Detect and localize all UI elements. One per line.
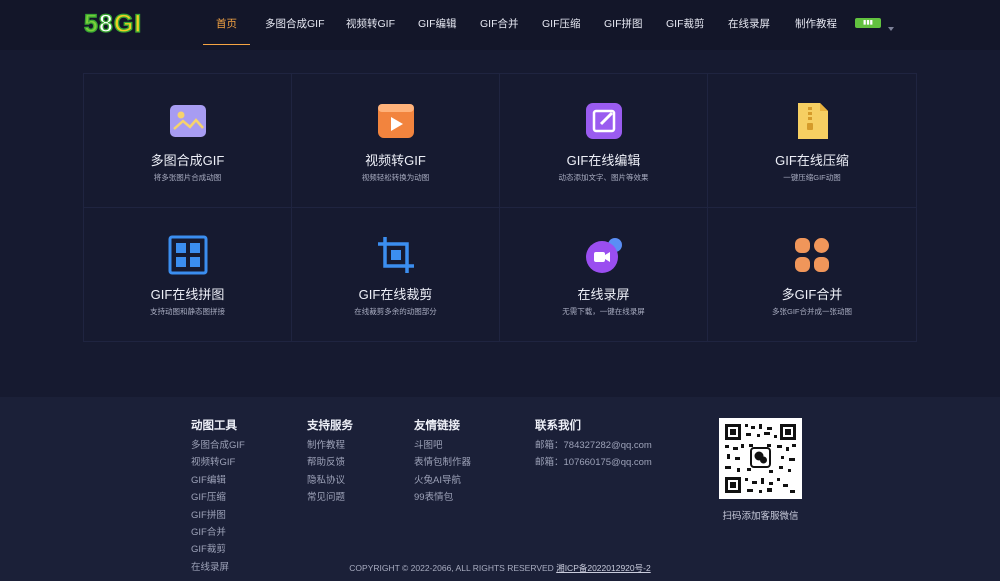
footer-link[interactable]: 视频转GIF [191, 454, 245, 471]
tool-card-multi-image-gif[interactable]: 多图合成GIF 将多张图片合成动图 [84, 74, 292, 208]
nav-item-gif-collage[interactable]: GIF拼图 [604, 0, 644, 45]
tool-card-gif-compress[interactable]: GIF在线压缩 一键压缩GIF动图 [708, 74, 916, 208]
zip-icon [798, 103, 828, 139]
footer-link[interactable]: 99表情包 [414, 489, 471, 506]
copyright-text: COPYRIGHT © 2022-2066, ALL RIGHTS RESERV… [349, 563, 554, 573]
tool-title: GIF在线压缩 [775, 153, 849, 168]
nav-item-multi-image-gif[interactable]: 多图合成GIF [265, 0, 325, 45]
footer-link[interactable]: 多图合成GIF [191, 437, 245, 454]
nav-item-home[interactable]: 首页 [203, 0, 250, 45]
copyright-line: COPYRIGHT © 2022-2066, ALL RIGHTS RESERV… [0, 562, 1000, 574]
tool-grid: 多图合成GIF 将多张图片合成动图 视频转GIF 视频轻松转换为动图 GIF在线… [83, 73, 917, 342]
tool-desc: 将多张图片合成动图 [153, 173, 222, 182]
chevron-down-icon[interactable] [888, 27, 894, 31]
tool-card-gif-merge[interactable]: 多GIF合并 多张GIF合并成一张动图 [708, 208, 916, 342]
footer-link[interactable]: GIF拼图 [191, 507, 245, 524]
tool-title: GIF在线裁剪 [358, 287, 433, 302]
wechat-qr-code [719, 418, 802, 499]
site-footer: 动图工具 多图合成GIF 视频转GIF GIF编辑 GIF压缩 GIF拼图 GI… [0, 397, 1000, 581]
footer-link[interactable]: GIF合并 [191, 524, 245, 541]
nav-item-video-to-gif[interactable]: 视频转GIF [346, 0, 396, 45]
footer-link[interactable]: GIF编辑 [191, 472, 245, 489]
contact-email: 邮箱：107660175@qq.com [535, 457, 652, 469]
tool-title: GIF在线编辑 [566, 153, 641, 168]
tool-title: 多图合成GIF [150, 153, 225, 168]
footer-col-tools: 动图工具 多图合成GIF 视频转GIF GIF编辑 GIF压缩 GIF拼图 GI… [191, 417, 245, 576]
footer-link[interactable]: 斗图吧 [414, 437, 471, 454]
grid-icon [168, 235, 208, 275]
tool-card-video-to-gif[interactable]: 视频转GIF 视频轻松转换为动图 [292, 74, 500, 208]
contact-email: 邮箱：784327282@qq.com [535, 440, 652, 451]
footer-col-friend-links: 友情链接 斗图吧 表情包制作器 火兔AI导航 99表情包 [414, 417, 471, 507]
tool-title: 视频转GIF [365, 153, 426, 168]
tool-title: GIF在线拼图 [150, 287, 225, 302]
tool-title: 在线录屏 [577, 287, 630, 302]
tool-desc: 无需下载，一键在线录屏 [562, 307, 645, 316]
nav-item-screen-record[interactable]: 在线录屏 [728, 0, 774, 45]
footer-col-title: 联系我们 [535, 420, 581, 432]
video-icon [378, 104, 414, 138]
language-flag-icon[interactable]: ▮▮▮ [855, 18, 881, 28]
footer-link[interactable]: 表情包制作器 [414, 454, 471, 471]
tool-card-gif-edit[interactable]: GIF在线编辑 动态添加文字、图片等效果 [500, 74, 708, 208]
logo-char: I [134, 9, 142, 38]
record-icon [586, 238, 622, 273]
nav-item-gif-edit[interactable]: GIF编辑 [418, 0, 458, 45]
icp-link[interactable]: 湘ICP备2022012920号-2 [556, 563, 651, 573]
footer-link[interactable]: 帮助反馈 [307, 454, 353, 471]
footer-link[interactable]: 火兔AI导航 [414, 472, 471, 489]
site-logo[interactable]: 5 8 G I [83, 9, 142, 38]
top-navbar: 5 8 G I 首页 多图合成GIF 视频转GIF GIF编辑 GIF合并 GI… [0, 0, 1000, 50]
footer-col-title: 支持服务 [307, 420, 353, 432]
footer-col-contact: 联系我们 邮箱：784327282@qq.com 邮箱：107660175@qq… [535, 417, 652, 472]
tool-desc: 一键压缩GIF动图 [783, 173, 841, 182]
tool-desc: 支持动图和静态图拼接 [150, 307, 225, 316]
logo-char: 8 [98, 9, 113, 38]
tool-title: 多GIF合并 [781, 287, 843, 302]
footer-col-title: 动图工具 [191, 420, 237, 432]
merge-icon [795, 238, 829, 272]
footer-link[interactable]: GIF裁剪 [191, 541, 245, 558]
tool-desc: 视频轻松转换为动图 [361, 173, 430, 182]
footer-col-support: 支持服务 制作教程 帮助反馈 隐私协议 常见问题 [307, 417, 353, 507]
image-icon [170, 105, 206, 137]
footer-link[interactable]: 制作教程 [307, 437, 353, 454]
tool-desc: 动态添加文字、图片等效果 [558, 173, 649, 182]
footer-col-title: 友情链接 [414, 420, 460, 432]
edit-icon [586, 103, 622, 139]
footer-link[interactable]: 常见问题 [307, 489, 353, 506]
nav-item-gif-crop[interactable]: GIF裁剪 [666, 0, 706, 45]
footer-link[interactable]: GIF压缩 [191, 489, 245, 506]
qr-caption: 扫码添加客服微信 [722, 511, 799, 522]
logo-char: G [113, 9, 134, 38]
nav-item-tutorial[interactable]: 制作教程 [795, 0, 841, 45]
crop-icon [378, 237, 414, 273]
logo-char: 5 [83, 9, 98, 38]
main-menu: 首页 多图合成GIF 视频转GIF GIF编辑 GIF合并 GIF压缩 GIF拼… [203, 0, 841, 50]
footer-link[interactable]: 隐私协议 [307, 472, 353, 489]
nav-item-gif-merge[interactable]: GIF合并 [480, 0, 520, 45]
tool-card-gif-crop[interactable]: GIF在线裁剪 在线裁剪多余的动图部分 [292, 208, 500, 342]
tool-card-gif-collage[interactable]: GIF在线拼图 支持动图和静态图拼接 [84, 208, 292, 342]
tool-desc: 多张GIF合并成一张动图 [772, 307, 852, 316]
tool-card-screen-record[interactable]: 在线录屏 无需下载，一键在线录屏 [500, 208, 708, 342]
nav-item-gif-compress[interactable]: GIF压缩 [542, 0, 582, 45]
tool-desc: 在线裁剪多余的动图部分 [354, 307, 437, 316]
